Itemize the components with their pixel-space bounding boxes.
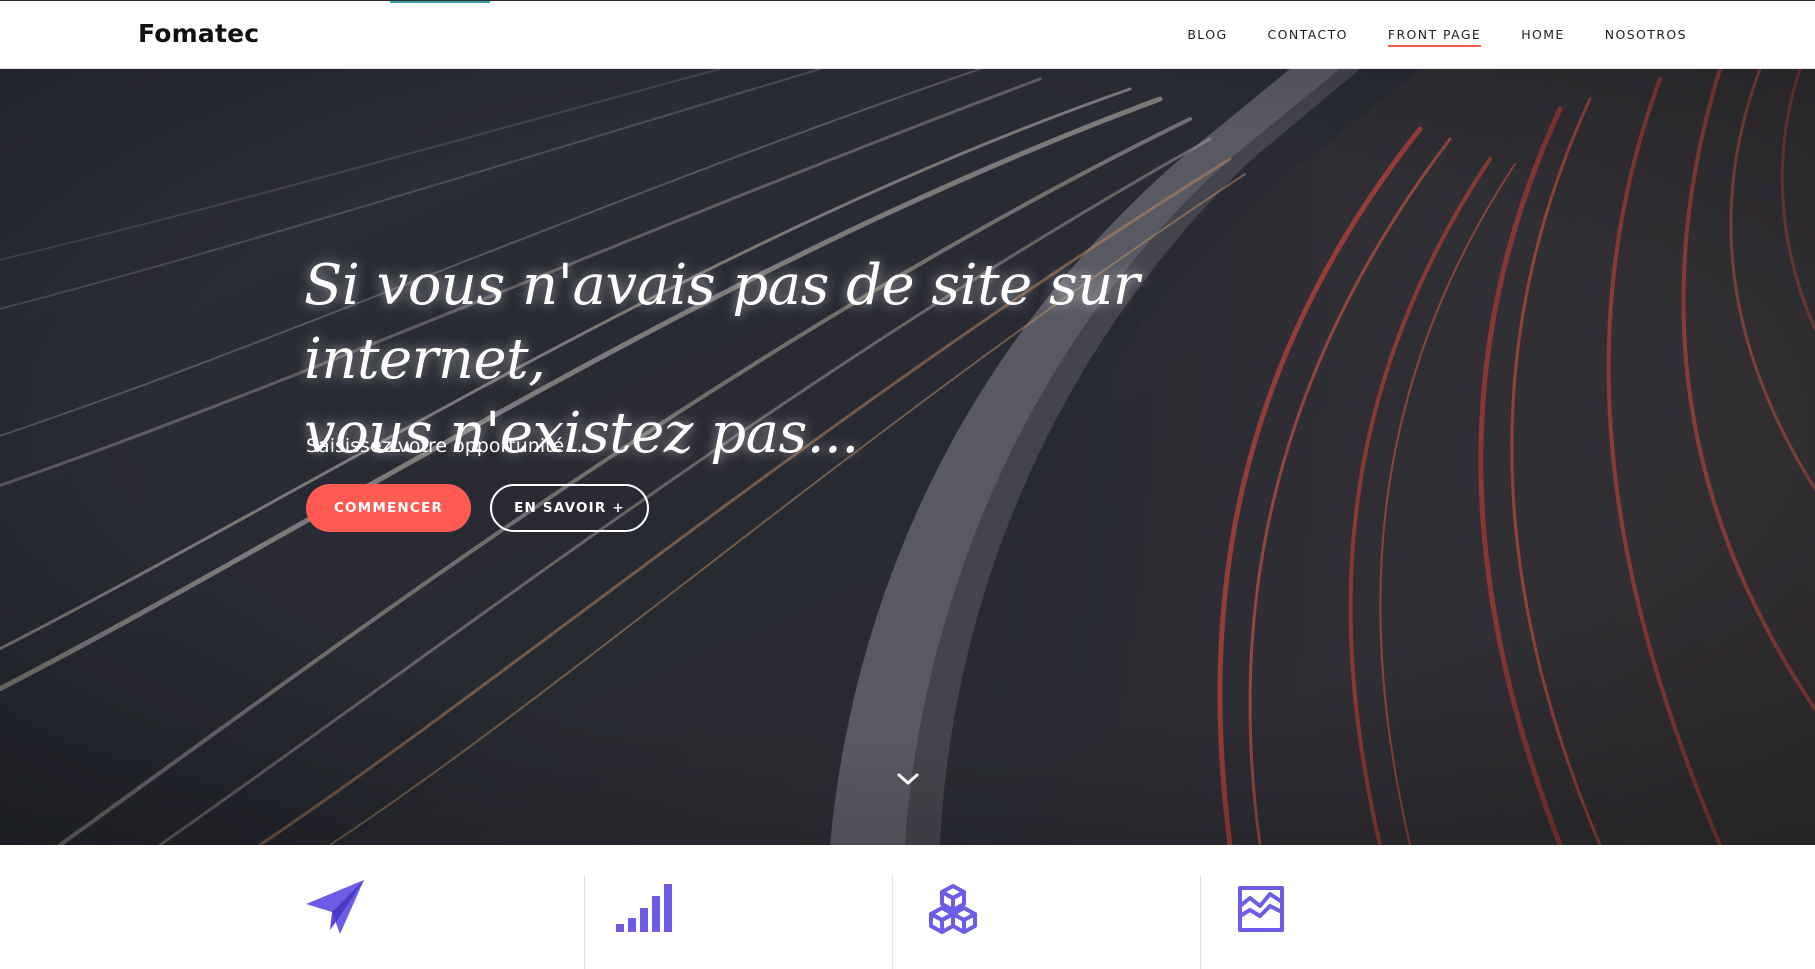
feature-divider: [892, 875, 893, 969]
nav-item-contacto[interactable]: CONTACTO: [1268, 27, 1348, 47]
hero-headline-line-1: Si vous n'avais pas de site sur internet…: [304, 253, 1140, 392]
page-progress-bar: [390, 1, 490, 3]
features-strip: [0, 845, 1815, 969]
en-savoir-plus-button[interactable]: EN SAVOIR +: [490, 484, 649, 532]
nav-item-front-page[interactable]: FRONT PAGE: [1387, 27, 1482, 47]
chevron-down-icon[interactable]: [896, 771, 920, 787]
paper-plane-icon: [306, 880, 364, 934]
hero-section: Si vous n'avais pas de site sur internet…: [0, 69, 1815, 845]
site-logo[interactable]: Fomatec: [138, 19, 259, 48]
feature-divider: [1200, 875, 1201, 969]
nav-item-home[interactable]: HOME: [1521, 27, 1565, 47]
site-header: Fomatec BLOG CONTACTO FRONT PAGE HOME NO…: [0, 0, 1815, 69]
feature-divider: [584, 875, 585, 969]
main-nav: BLOG CONTACTO FRONT PAGE HOME NOSOTROS: [1147, 27, 1687, 47]
commencer-button[interactable]: COMMENCER: [306, 484, 471, 532]
cubes-icon: [929, 884, 977, 934]
signal-bars-icon: [616, 884, 672, 932]
hero-subtitle: Saisissez votre opportunité...: [306, 435, 583, 457]
nav-item-blog[interactable]: BLOG: [1187, 27, 1227, 47]
area-chart-icon: [1238, 886, 1284, 932]
nav-item-nosotros[interactable]: NOSOTROS: [1605, 27, 1687, 47]
